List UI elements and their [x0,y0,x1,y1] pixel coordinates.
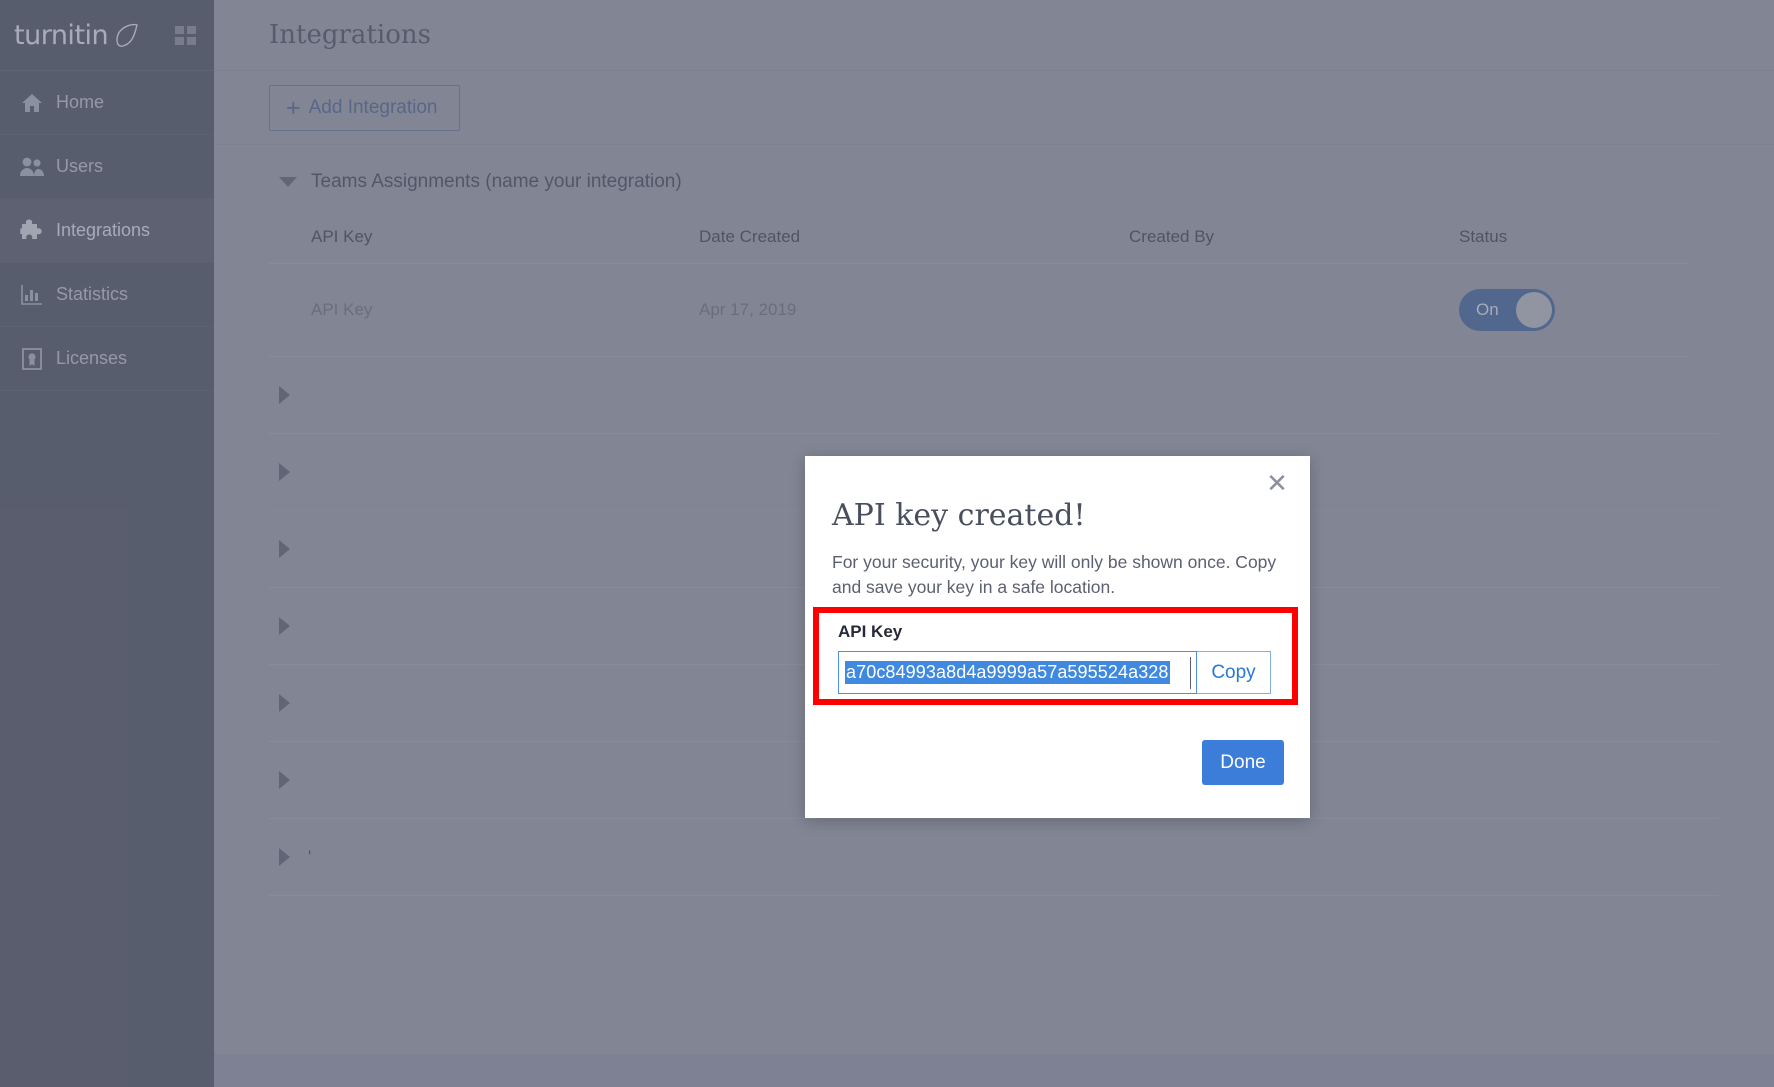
highlight-annotation-box: API Key a70c84993a8d4a9999a57a595524a328… [813,607,1298,705]
api-key-input-row: a70c84993a8d4a9999a57a595524a328 Copy [838,651,1271,694]
app-root: turnitin Home [0,0,1774,1087]
api-key-created-dialog: ✕ API key created! For your security, yo… [805,456,1310,818]
dialog-description: For your security, your key will only be… [832,550,1282,600]
close-icon[interactable]: ✕ [1262,470,1292,500]
api-key-field-label: API Key [838,622,902,642]
dialog-title: API key created! [832,498,1086,533]
api-key-input[interactable]: a70c84993a8d4a9999a57a595524a328 [838,651,1197,694]
done-button[interactable]: Done [1202,740,1284,785]
api-key-value: a70c84993a8d4a9999a57a595524a328 [845,661,1170,684]
text-caret [1190,657,1191,689]
copy-button[interactable]: Copy [1197,651,1271,694]
